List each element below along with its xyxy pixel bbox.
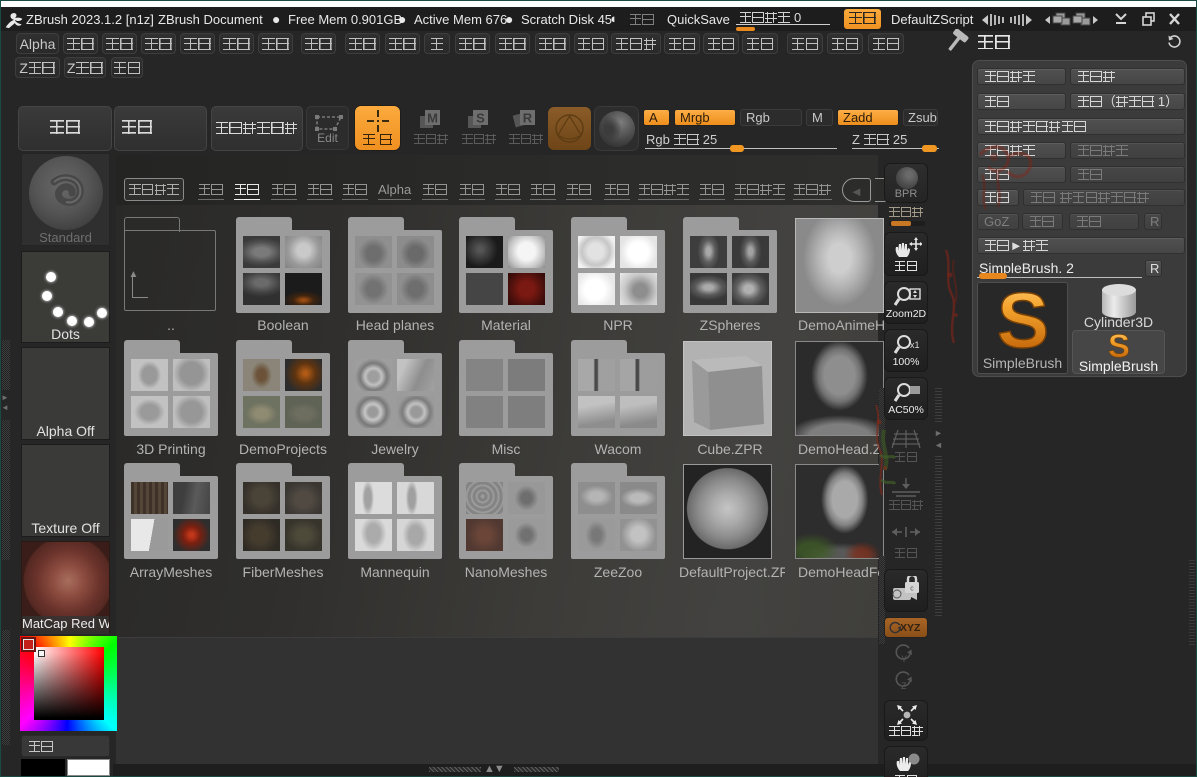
svg-text:S: S (997, 285, 1049, 357)
svg-text:S: S (476, 111, 485, 126)
svg-text:R: R (523, 111, 533, 126)
svg-text:M: M (427, 111, 438, 126)
svg-text:S: S (1108, 331, 1130, 361)
